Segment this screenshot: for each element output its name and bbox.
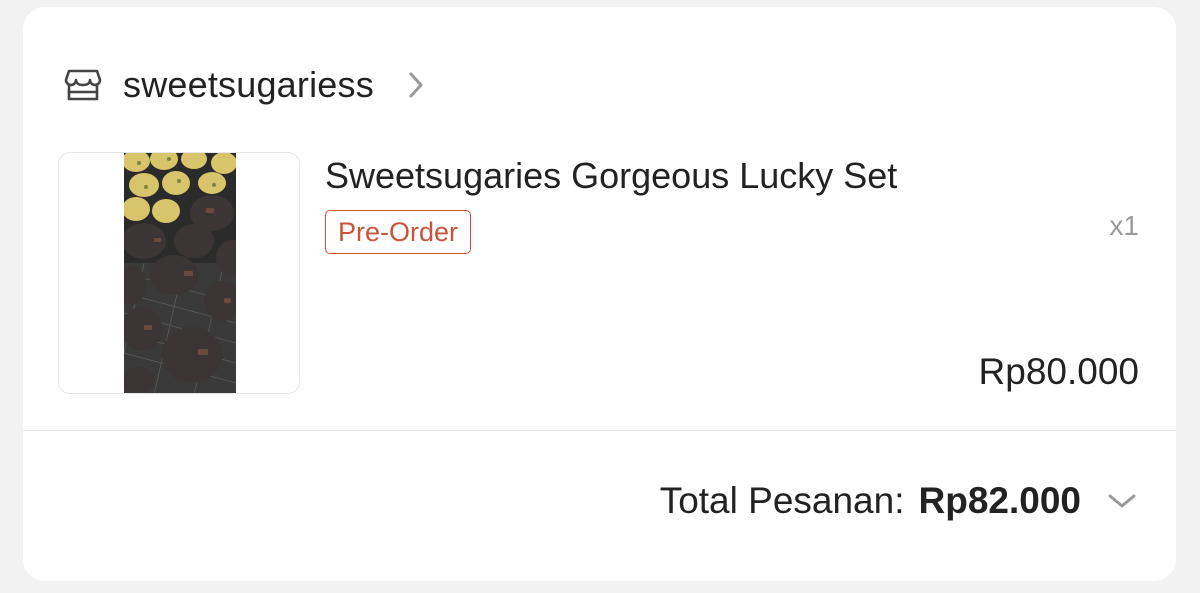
chevron-down-icon[interactable] xyxy=(1107,491,1139,511)
chevron-right-icon[interactable] xyxy=(408,67,430,103)
product-title[interactable]: Sweetsugaries Gorgeous Lucky Set xyxy=(325,155,897,197)
shop-name[interactable]: sweetsugariess xyxy=(123,64,374,106)
quantity: x1 xyxy=(1109,210,1139,241)
product-photo xyxy=(124,153,236,393)
preorder-badge: Pre-Order xyxy=(325,210,472,254)
order-total-row[interactable]: Total Pesanan: Rp82.000 xyxy=(660,477,1139,525)
order-card: sweetsugariess Sweetsugaries Gorgeous Lu… xyxy=(23,7,1176,581)
divider xyxy=(23,430,1176,431)
order-total-value: Rp82.000 xyxy=(918,480,1082,521)
store-icon xyxy=(63,65,103,105)
order-total-label: Total Pesanan: xyxy=(659,480,905,521)
product-price: Rp80.000 xyxy=(978,351,1139,392)
product-thumbnail[interactable] xyxy=(58,152,300,394)
shop-header[interactable]: sweetsugariess xyxy=(63,57,430,113)
